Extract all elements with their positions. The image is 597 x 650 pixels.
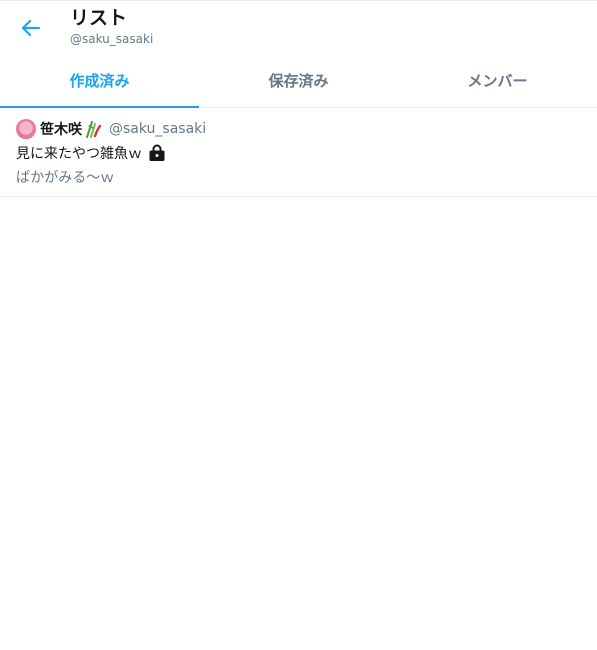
tab-bar: 作成済み 保存済み メンバー	[0, 55, 597, 108]
arrow-left-icon	[21, 19, 41, 37]
page-header: リスト @saku_sasaki	[0, 1, 597, 55]
tab-saved[interactable]: 保存済み	[199, 55, 398, 107]
list-item[interactable]: 笹木咲 @saku_sasaki 見に来たやつ雑魚ｗ ばかがみる～ｗ	[0, 108, 597, 197]
avatar	[16, 119, 36, 139]
list-name-row: 見に来たやつ雑魚ｗ	[16, 143, 581, 163]
page-title: リスト	[70, 7, 128, 29]
header-title-block: リスト @saku_sasaki	[70, 6, 153, 47]
owner-name: 笹木咲	[40, 122, 82, 138]
lists-page: リスト @saku_sasaki 作成済み 保存済み メンバー 笹木咲 @sak…	[0, 0, 597, 650]
tab-created[interactable]: 作成済み	[0, 55, 199, 107]
lock-icon	[148, 144, 166, 162]
list-name: 見に来たやつ雑魚ｗ	[16, 146, 142, 162]
list-owner-row: 笹木咲 @saku_sasaki	[16, 118, 581, 140]
page-subtitle: @saku_sasaki	[70, 32, 154, 46]
owner-handle: @saku_sasaki	[109, 121, 207, 137]
back-button[interactable]	[14, 13, 48, 43]
list-description: ばかがみる～ｗ	[16, 170, 115, 186]
emoji-decoration-icon	[83, 120, 103, 138]
tab-members[interactable]: メンバー	[398, 55, 597, 107]
